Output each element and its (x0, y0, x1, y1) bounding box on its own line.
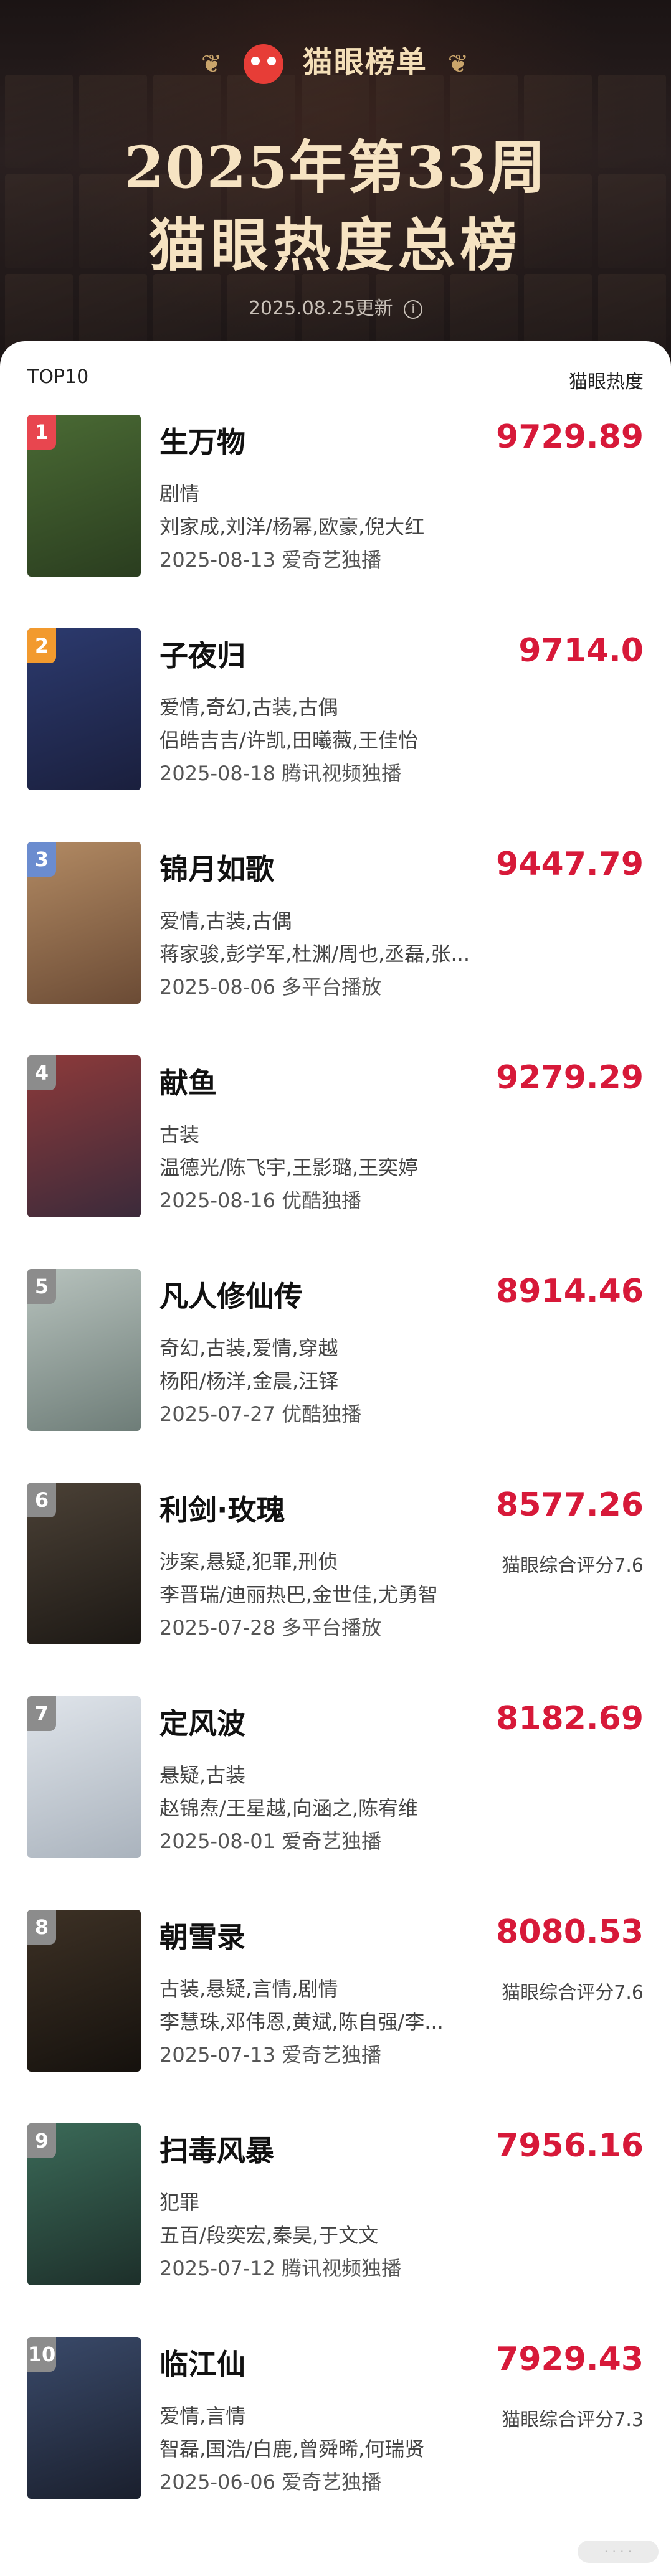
cast-list: 五百/段奕宏,秦昊,于文文 (159, 2224, 379, 2247)
laurel-right-icon: ❦ (447, 50, 470, 78)
heat-score: 8577.26 (496, 1486, 644, 1524)
release-info: 2025-08-13 爱奇艺独播 (159, 548, 382, 572)
title: 朝雪录 (159, 1920, 245, 1954)
rank-badge: 3 (27, 842, 56, 877)
brand-header: ❦ 猫眼榜单 ❦ (0, 37, 671, 84)
heat-score: 8080.53 (496, 1913, 644, 1951)
title: 定风波 (159, 1707, 245, 1740)
rank-badge: 2 (27, 628, 56, 663)
cast-list: 侣皓吉吉/许凯,田曦薇,王佳怡 (159, 729, 419, 752)
list-header-right: 猫眼热度 (569, 371, 644, 393)
list-item[interactable]: 7 定风波 8182.69 悬疑,古装赵锦焘/王星越,向涵之,陈宥维 2025-08-0… (0, 1696, 671, 1883)
cast-list: 杨阳/杨洋,金晨,汪铎 (159, 1369, 339, 1393)
list-item[interactable]: 10 临江仙 7929.43 爱情,言情智磊,国浩/白鹿,曾舜晞,何瑞贤 2025-06… (0, 2337, 671, 2524)
heat-score: 7929.43 (496, 2341, 644, 2378)
list-item[interactable]: 6 利剑·玫瑰 8577.26 涉案,悬疑,犯罪,刑侦李晋瑞/迪丽热巴,金世佳,尤勇智… (0, 1483, 671, 1669)
genre-tags: 古装 (159, 1123, 200, 1146)
brand-name: 猫眼榜单 (302, 45, 427, 80)
cast-list: 李晋瑞/迪丽热巴,金世佳,尤勇智 (159, 1583, 439, 1606)
genre-tags: 悬疑,古装 (159, 1763, 246, 1787)
info-icon[interactable]: i (404, 300, 423, 319)
heat-score: 8914.46 (496, 1273, 644, 1310)
heat-score: 9279.29 (496, 1059, 644, 1097)
updated-text: 2025.08.25更新 (248, 298, 393, 319)
cast-list: 智磊,国浩/白鹿,曾舜晞,何瑞贤 (159, 2437, 425, 2461)
list-header-left: TOP10 (27, 366, 89, 388)
title: 献鱼 (159, 1066, 217, 1100)
title: 凡人修仙传 (159, 1280, 303, 1313)
rank-badge: 8 (27, 1910, 56, 1945)
genre-tags: 爱情,古装,古偶 (159, 909, 292, 933)
title: 利剑·玫瑰 (159, 1493, 285, 1527)
release-info: 2025-08-18 腾讯视频独播 (159, 762, 402, 785)
release-info: 2025-08-06 多平台播放 (159, 975, 382, 999)
title: 子夜归 (159, 639, 245, 672)
release-info: 2025-07-28 多平台播放 (159, 1616, 382, 1639)
rating-label: 猫眼综合评分7.6 (502, 1982, 644, 2004)
heat-score: 7956.16 (496, 2127, 644, 2164)
laurel-left-icon: ❦ (201, 50, 224, 78)
updated-date: 2025.08.25更新 i (0, 293, 671, 320)
list-item[interactable]: 4 献鱼 9279.29 古装温德光/陈飞宇,王影璐,王奕婷 2025-08-16 优酷… (0, 1055, 671, 1242)
maoyan-logo-icon (244, 44, 284, 84)
heat-score: 9729.89 (496, 418, 644, 456)
genre-tags: 爱情,奇幻,古装,古偶 (159, 696, 338, 719)
list-item[interactable]: 8 朝雪录 8080.53 古装,悬疑,言情,剧情李慧珠,邓伟恩,黄斌,陈自强/李..… (0, 1910, 671, 2097)
release-info: 2025-07-13 爱奇艺独播 (159, 2043, 382, 2067)
ranking-card: TOP10 猫眼热度 1 生万物 9729.89 剧情刘家成,刘洋/杨幂,欧豪,倪大红… (0, 341, 671, 2576)
release-info: 2025-07-27 优酷独播 (159, 1402, 362, 1426)
heat-score: 9447.79 (496, 846, 644, 883)
page-title-week: 2025年第33周 (124, 134, 547, 201)
list-item[interactable]: 1 生万物 9729.89 剧情刘家成,刘洋/杨幂,欧豪,倪大红 2025-08-13 … (0, 415, 671, 602)
rating-label: 猫眼综合评分7.6 (502, 1555, 644, 1577)
watermark: · · · · (578, 2541, 659, 2563)
heat-score: 8182.69 (496, 1700, 644, 1737)
list-item[interactable]: 3 锦月如歌 9447.79 爱情,古装,古偶蒋家骏,彭学军,杜渊/周也,丞磊,张..… (0, 842, 671, 1029)
title: 临江仙 (159, 2347, 245, 2381)
rank-badge: 10 (27, 2337, 56, 2372)
list-item[interactable]: 2 子夜归 9714.0 爱情,奇幻,古装,古偶侣皓吉吉/许凯,田曦薇,王佳怡 2025… (0, 628, 671, 815)
list-item[interactable]: 5 凡人修仙传 8914.46 奇幻,古装,爱情,穿越 杨阳/杨洋,金晨,汪铎 2025-… (0, 1269, 671, 1456)
cast-list: 李慧珠,邓伟恩,黄斌,陈自强/李... (159, 2010, 444, 2034)
genre-tags: 爱情,言情 (159, 2404, 246, 2428)
rank-badge: 6 (27, 1483, 56, 1517)
rank-badge: 4 (27, 1055, 56, 1090)
rank-badge: 5 (27, 1269, 56, 1304)
list-item[interactable]: 9 扫毒风暴 7956.16 犯罪五百/段奕宏,秦昊,于文文 2025-07-12 腾讯… (0, 2123, 671, 2310)
title: 扫毒风暴 (159, 2134, 274, 2168)
title: 生万物 (159, 425, 245, 459)
cast-list: 蒋家骏,彭学军,杜渊/周也,丞磊,张... (159, 942, 470, 966)
rank-badge: 9 (27, 2123, 56, 2158)
page-title-chart: 猫眼热度总榜 (148, 212, 523, 279)
release-info: 2025-08-16 优酷独播 (159, 1189, 362, 1212)
rank-badge: 7 (27, 1696, 56, 1731)
genre-tags: 剧情 (159, 482, 200, 506)
rating-label: 猫眼综合评分7.3 (502, 2409, 644, 2431)
release-info: 2025-08-01 爱奇艺独播 (159, 1829, 382, 1853)
genre-tags: 犯罪 (159, 2191, 200, 2214)
cast-list: 刘家成,刘洋/杨幂,欧豪,倪大红 (159, 515, 425, 539)
hero-banner: ❦ 猫眼榜单 ❦ 2025年第33周 猫眼热度总榜 2025.08.25更新 i (0, 0, 671, 386)
heat-score: 9714.0 (518, 632, 644, 669)
release-info: 2025-06-06 爱奇艺独播 (159, 2470, 382, 2494)
cast-list: 温德光/陈飞宇,王影璐,王奕婷 (159, 1156, 419, 1179)
release-info: 2025-07-12 腾讯视频独播 (159, 2257, 402, 2280)
genre-tags: 涉案,悬疑,犯罪,刑侦 (159, 1550, 338, 1573)
title: 锦月如歌 (159, 852, 274, 886)
rank-badge: 1 (27, 415, 56, 450)
genre-tags: 古装,悬疑,言情,剧情 (159, 1977, 338, 2001)
genre-tags: 奇幻,古装,爱情,穿越 (159, 1336, 338, 1360)
cast-list: 赵锦焘/王星越,向涵之,陈宥维 (159, 1796, 419, 1820)
